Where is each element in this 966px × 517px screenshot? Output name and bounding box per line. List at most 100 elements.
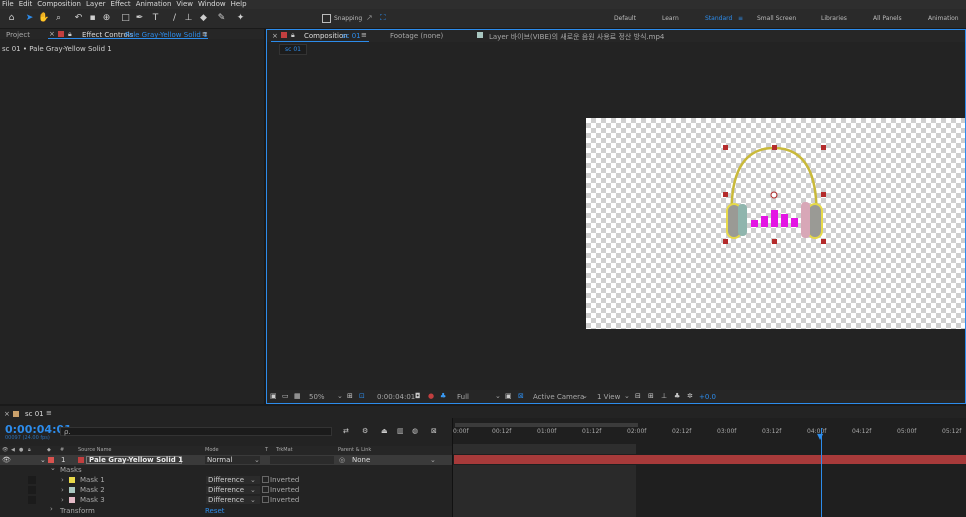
mask-row[interactable]: › Mask 2 Difference ⌄ Inverted bbox=[0, 485, 452, 495]
rectangle-tool-icon[interactable]: □ bbox=[120, 13, 131, 24]
resolution-chevron-icon[interactable]: ⌄ bbox=[495, 392, 501, 400]
safe-zones-icon[interactable]: ⊞ bbox=[347, 392, 353, 400]
puppet-pin-tool-icon[interactable]: ✦ bbox=[235, 13, 246, 24]
eraser-tool-icon[interactable]: ◆ bbox=[198, 13, 209, 24]
work-area-bar[interactable] bbox=[455, 423, 638, 427]
mask-name[interactable]: Mask 2 bbox=[80, 485, 105, 495]
workspace-small-screen[interactable]: Small Screen bbox=[757, 15, 796, 22]
workspace-standard[interactable]: Standard bbox=[705, 15, 732, 22]
menu-file[interactable]: File bbox=[2, 0, 14, 9]
col-trkmat[interactable]: TrkMat bbox=[276, 446, 293, 455]
hand-tool-icon[interactable]: ✋ bbox=[38, 13, 49, 24]
mode-chevron-icon[interactable]: ⌄ bbox=[254, 455, 260, 465]
pen-tool-icon[interactable]: ✒ bbox=[134, 13, 145, 24]
audio-switch-icon[interactable]: ◀ bbox=[11, 446, 15, 455]
transform-twirl-icon[interactable]: › bbox=[50, 505, 53, 513]
roto-brush-tool-icon[interactable]: ✎ bbox=[216, 13, 227, 24]
menu-animation[interactable]: Animation bbox=[136, 0, 172, 9]
tab-footage[interactable]: Footage (none) bbox=[390, 32, 443, 40]
col-source-name[interactable]: Source Name bbox=[78, 446, 112, 455]
mask-mode-chevron-icon[interactable]: ⌄ bbox=[250, 495, 256, 505]
timeline-toggle-icon[interactable]: ⊞ bbox=[648, 392, 654, 400]
exposure-reset-icon[interactable]: ✲ bbox=[687, 392, 693, 400]
current-time-indicator[interactable] bbox=[821, 428, 822, 517]
mask-row[interactable]: › Mask 1 Difference ⌄ Inverted bbox=[0, 475, 452, 485]
comp-panel-menu-icon[interactable]: ≡ bbox=[361, 31, 367, 39]
frame-blending-icon[interactable]: ▥ bbox=[397, 427, 404, 435]
transform-label[interactable]: Transform bbox=[60, 507, 95, 515]
menu-window[interactable]: Window bbox=[198, 0, 226, 9]
label-column-icon[interactable]: ◆ bbox=[47, 446, 51, 455]
headphone-artwork[interactable] bbox=[586, 118, 965, 329]
resolution-select[interactable]: Full bbox=[457, 393, 469, 401]
layer-row[interactable]: 👁︎ ⌄ 1 Pale Gray-Yellow Solid 1 Normal ⌄… bbox=[0, 455, 452, 465]
region-of-interest-icon[interactable]: ⊡ bbox=[359, 392, 365, 400]
menu-view[interactable]: View bbox=[176, 0, 193, 9]
comp-flowchart-tab[interactable]: sc 01 bbox=[279, 44, 307, 55]
mask-mode-chevron-icon[interactable]: ⌄ bbox=[250, 475, 256, 485]
mask-visibility-icon[interactable]: ▦ bbox=[294, 392, 301, 400]
snapping-checkbox[interactable] bbox=[322, 14, 331, 23]
mask-color-swatch[interactable] bbox=[69, 477, 75, 483]
mask-color-swatch[interactable] bbox=[69, 487, 75, 493]
graph-editor-icon[interactable]: ⊠ bbox=[431, 427, 437, 435]
workspace-libraries[interactable]: Libraries bbox=[821, 15, 847, 22]
mask-name[interactable]: Mask 1 bbox=[80, 475, 105, 485]
motion-blur-icon[interactable]: ◍ bbox=[412, 427, 418, 435]
comp-mini-flowchart-icon[interactable]: ⇄ bbox=[343, 427, 349, 435]
tab-comp-name[interactable]: sc 01 bbox=[342, 32, 361, 40]
snap-options-icon[interactable]: ↗ bbox=[366, 13, 373, 22]
close-comp-tab-icon[interactable]: × bbox=[272, 32, 278, 40]
mask-row[interactable]: › Mask 3 Difference ⌄ Inverted bbox=[0, 495, 452, 505]
time-ruler[interactable]: 0:00f 00:12f 01:00f 01:12f 02:00f 02:12f… bbox=[453, 428, 966, 439]
col-mode[interactable]: Mode bbox=[205, 446, 219, 455]
snapshot-icon[interactable]: ◘ bbox=[415, 392, 421, 400]
mask-name[interactable]: Mask 3 bbox=[80, 495, 105, 505]
timeline-graph[interactable]: 0:00f 00:12f 01:00f 01:12f 02:00f 02:12f… bbox=[452, 418, 966, 517]
workspace-learn[interactable]: Learn bbox=[662, 15, 679, 22]
snap-features-icon[interactable]: ⛶ bbox=[380, 13, 386, 23]
rotate-tool-icon[interactable]: ↶ bbox=[73, 13, 84, 24]
mask-lock-box[interactable] bbox=[28, 476, 36, 484]
pan-behind-tool-icon[interactable]: ⊕ bbox=[101, 13, 112, 24]
menu-composition[interactable]: Composition bbox=[37, 0, 81, 9]
mask-twirl-icon[interactable]: › bbox=[61, 475, 64, 485]
camera-select[interactable]: Active Camera bbox=[533, 393, 584, 401]
clone-stamp-tool-icon[interactable]: ⊥ bbox=[183, 13, 194, 24]
workspace-animation[interactable]: Animation bbox=[928, 15, 959, 22]
flowchart-icon[interactable]: ♣ bbox=[674, 392, 680, 400]
playhead-icon[interactable]: ▼ bbox=[817, 432, 823, 441]
solo-switch-icon[interactable]: ● bbox=[19, 446, 23, 455]
mask-twirl-icon[interactable]: › bbox=[61, 495, 64, 505]
col-parent[interactable]: Parent & Link bbox=[338, 446, 371, 455]
menu-effect[interactable]: Effect bbox=[111, 0, 131, 9]
exposure-value[interactable]: +0.0 bbox=[699, 393, 716, 401]
camera-tool-icon[interactable]: ▪ bbox=[87, 13, 98, 24]
masks-twirl-icon[interactable]: ⌄ bbox=[50, 464, 56, 472]
transform-reset-link[interactable]: Reset bbox=[205, 507, 225, 515]
views-chevron-icon[interactable]: ⌄ bbox=[624, 392, 630, 400]
footer-timecode[interactable]: 0:00:04:01 bbox=[377, 393, 415, 401]
tab-project[interactable]: Project bbox=[6, 31, 30, 39]
comp-viewer[interactable] bbox=[586, 118, 965, 329]
shy-layers-icon[interactable]: ⏏ bbox=[381, 427, 388, 435]
mask-inverted-checkbox[interactable] bbox=[262, 476, 269, 483]
zoom-tool-icon[interactable]: ⌕ bbox=[53, 13, 64, 24]
workspace-menu-icon[interactable]: ≡ bbox=[738, 15, 743, 22]
zoom-chevron-icon[interactable]: ⌄ bbox=[337, 392, 343, 400]
parent-select[interactable]: None bbox=[352, 455, 370, 465]
layer-twirl-icon[interactable]: ⌄ bbox=[40, 455, 46, 465]
layer-mode-select[interactable]: Normal bbox=[205, 456, 260, 464]
mask-mode-chevron-icon[interactable]: ⌄ bbox=[250, 485, 256, 495]
panel-menu-icon[interactable]: ≡ bbox=[202, 30, 208, 38]
close-tab-icon[interactable]: × bbox=[49, 30, 55, 38]
comp-lock-icon[interactable]: 🔒︎ bbox=[291, 31, 295, 40]
text-tool-icon[interactable]: T bbox=[150, 13, 161, 24]
camera-chevron-icon[interactable]: ⌄ bbox=[582, 392, 588, 400]
mask-inverted-checkbox[interactable] bbox=[262, 496, 269, 503]
layer-name[interactable]: Pale Gray-Yellow Solid 1 bbox=[86, 456, 183, 464]
zoom-select[interactable]: 50% bbox=[309, 393, 325, 401]
color-management-icon[interactable]: ♣ bbox=[440, 392, 446, 400]
draft-3d-icon[interactable]: ⚙ bbox=[362, 427, 368, 435]
pick-whip-icon[interactable]: ◎ bbox=[339, 455, 345, 465]
